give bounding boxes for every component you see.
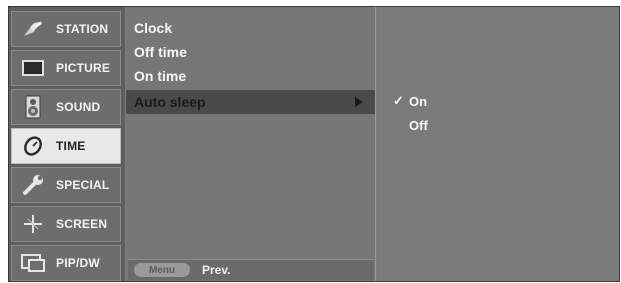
option-on[interactable]: On [409, 92, 427, 110]
option-label: On [409, 93, 428, 109]
time-submenu: Clock Off time On time Auto sleep Menu P… [126, 7, 376, 281]
submenu-item-label: Off time [134, 44, 187, 60]
submenu-item-label: On time [134, 68, 187, 84]
tv-screen-icon [18, 56, 48, 80]
wrench-icon [18, 173, 48, 197]
category-screen[interactable]: SCREEN [11, 206, 121, 242]
submenu-item-label: Clock [134, 20, 173, 36]
crosshair-icon [18, 212, 48, 236]
category-label: PICTURE [56, 61, 111, 75]
submenu-item-label: Auto sleep [134, 94, 206, 110]
satellite-dish-icon [18, 17, 48, 41]
submenu-item-off-time[interactable]: Off time [126, 40, 375, 64]
category-label: STATION [56, 22, 109, 36]
menu-footer: Menu Prev. [128, 259, 374, 280]
auto-sleep-options: ✓ On Off [377, 7, 619, 281]
submenu-item-on-time[interactable]: On time [126, 64, 375, 88]
option-label: Off [409, 117, 428, 133]
arrow-right-icon [355, 97, 363, 107]
submenu-item-clock[interactable]: Clock [126, 16, 375, 40]
category-label: TIME [56, 139, 86, 153]
category-station[interactable]: STATION [11, 11, 121, 47]
category-picture[interactable]: PICTURE [11, 50, 121, 86]
check-icon: ✓ [393, 93, 404, 108]
menu-key-button[interactable]: Menu [134, 263, 190, 277]
speaker-icon [18, 95, 48, 119]
category-label: SCREEN [56, 217, 108, 231]
category-special[interactable]: SPECIAL [11, 167, 121, 203]
category-menu: STATION PICTURE SOUND TIME SPECIAL SCREE… [9, 7, 125, 281]
submenu-item-auto-sleep[interactable]: Auto sleep [126, 90, 375, 114]
category-time[interactable]: TIME [11, 128, 121, 164]
category-label: PIP/DW [56, 256, 100, 270]
category-pip-dw[interactable]: PIP/DW [11, 245, 121, 281]
osd-menu: STATION PICTURE SOUND TIME SPECIAL SCREE… [8, 6, 620, 282]
option-off[interactable]: Off [409, 116, 428, 134]
pip-window-icon [18, 251, 48, 275]
prev-label: Prev. [202, 263, 231, 277]
category-label: SPECIAL [56, 178, 110, 192]
category-label: SOUND [56, 100, 101, 114]
clock-dial-icon [18, 134, 48, 158]
category-sound[interactable]: SOUND [11, 89, 121, 125]
